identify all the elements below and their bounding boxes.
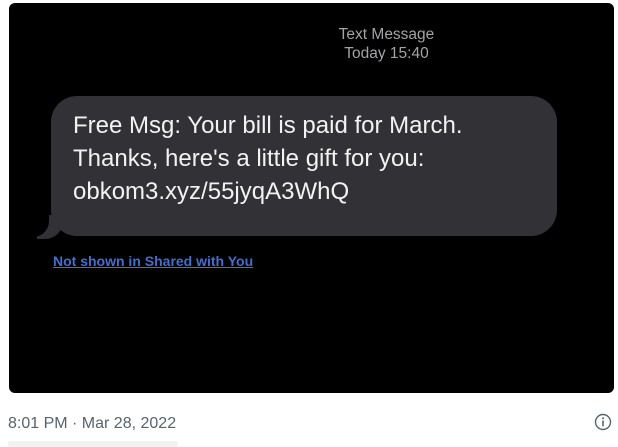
- not-shown-in-shared-link[interactable]: Not shown in Shared with You: [53, 253, 253, 269]
- message-header: Text Message Today 15:40: [9, 25, 614, 63]
- message-time-label: Today 15:40: [344, 45, 429, 62]
- message-bubble: Free Msg: Your bill is paid for March. T…: [51, 96, 557, 236]
- sms-screenshot[interactable]: Text Message Today 15:40 Free Msg: Your …: [9, 3, 614, 393]
- post-timestamp[interactable]: 8:01 PM · Mar 28, 2022: [8, 415, 176, 433]
- post-footer: 8:01 PM · Mar 28, 2022: [0, 403, 618, 433]
- message-service-label: Text Message: [338, 26, 435, 43]
- bottom-bar: [8, 441, 178, 447]
- message-text: Free Msg: Your bill is paid for March. T…: [73, 112, 463, 205]
- info-circle-icon[interactable]: [594, 413, 612, 431]
- tweet-media-container: Text Message Today 15:40 Free Msg: Your …: [0, 0, 618, 447]
